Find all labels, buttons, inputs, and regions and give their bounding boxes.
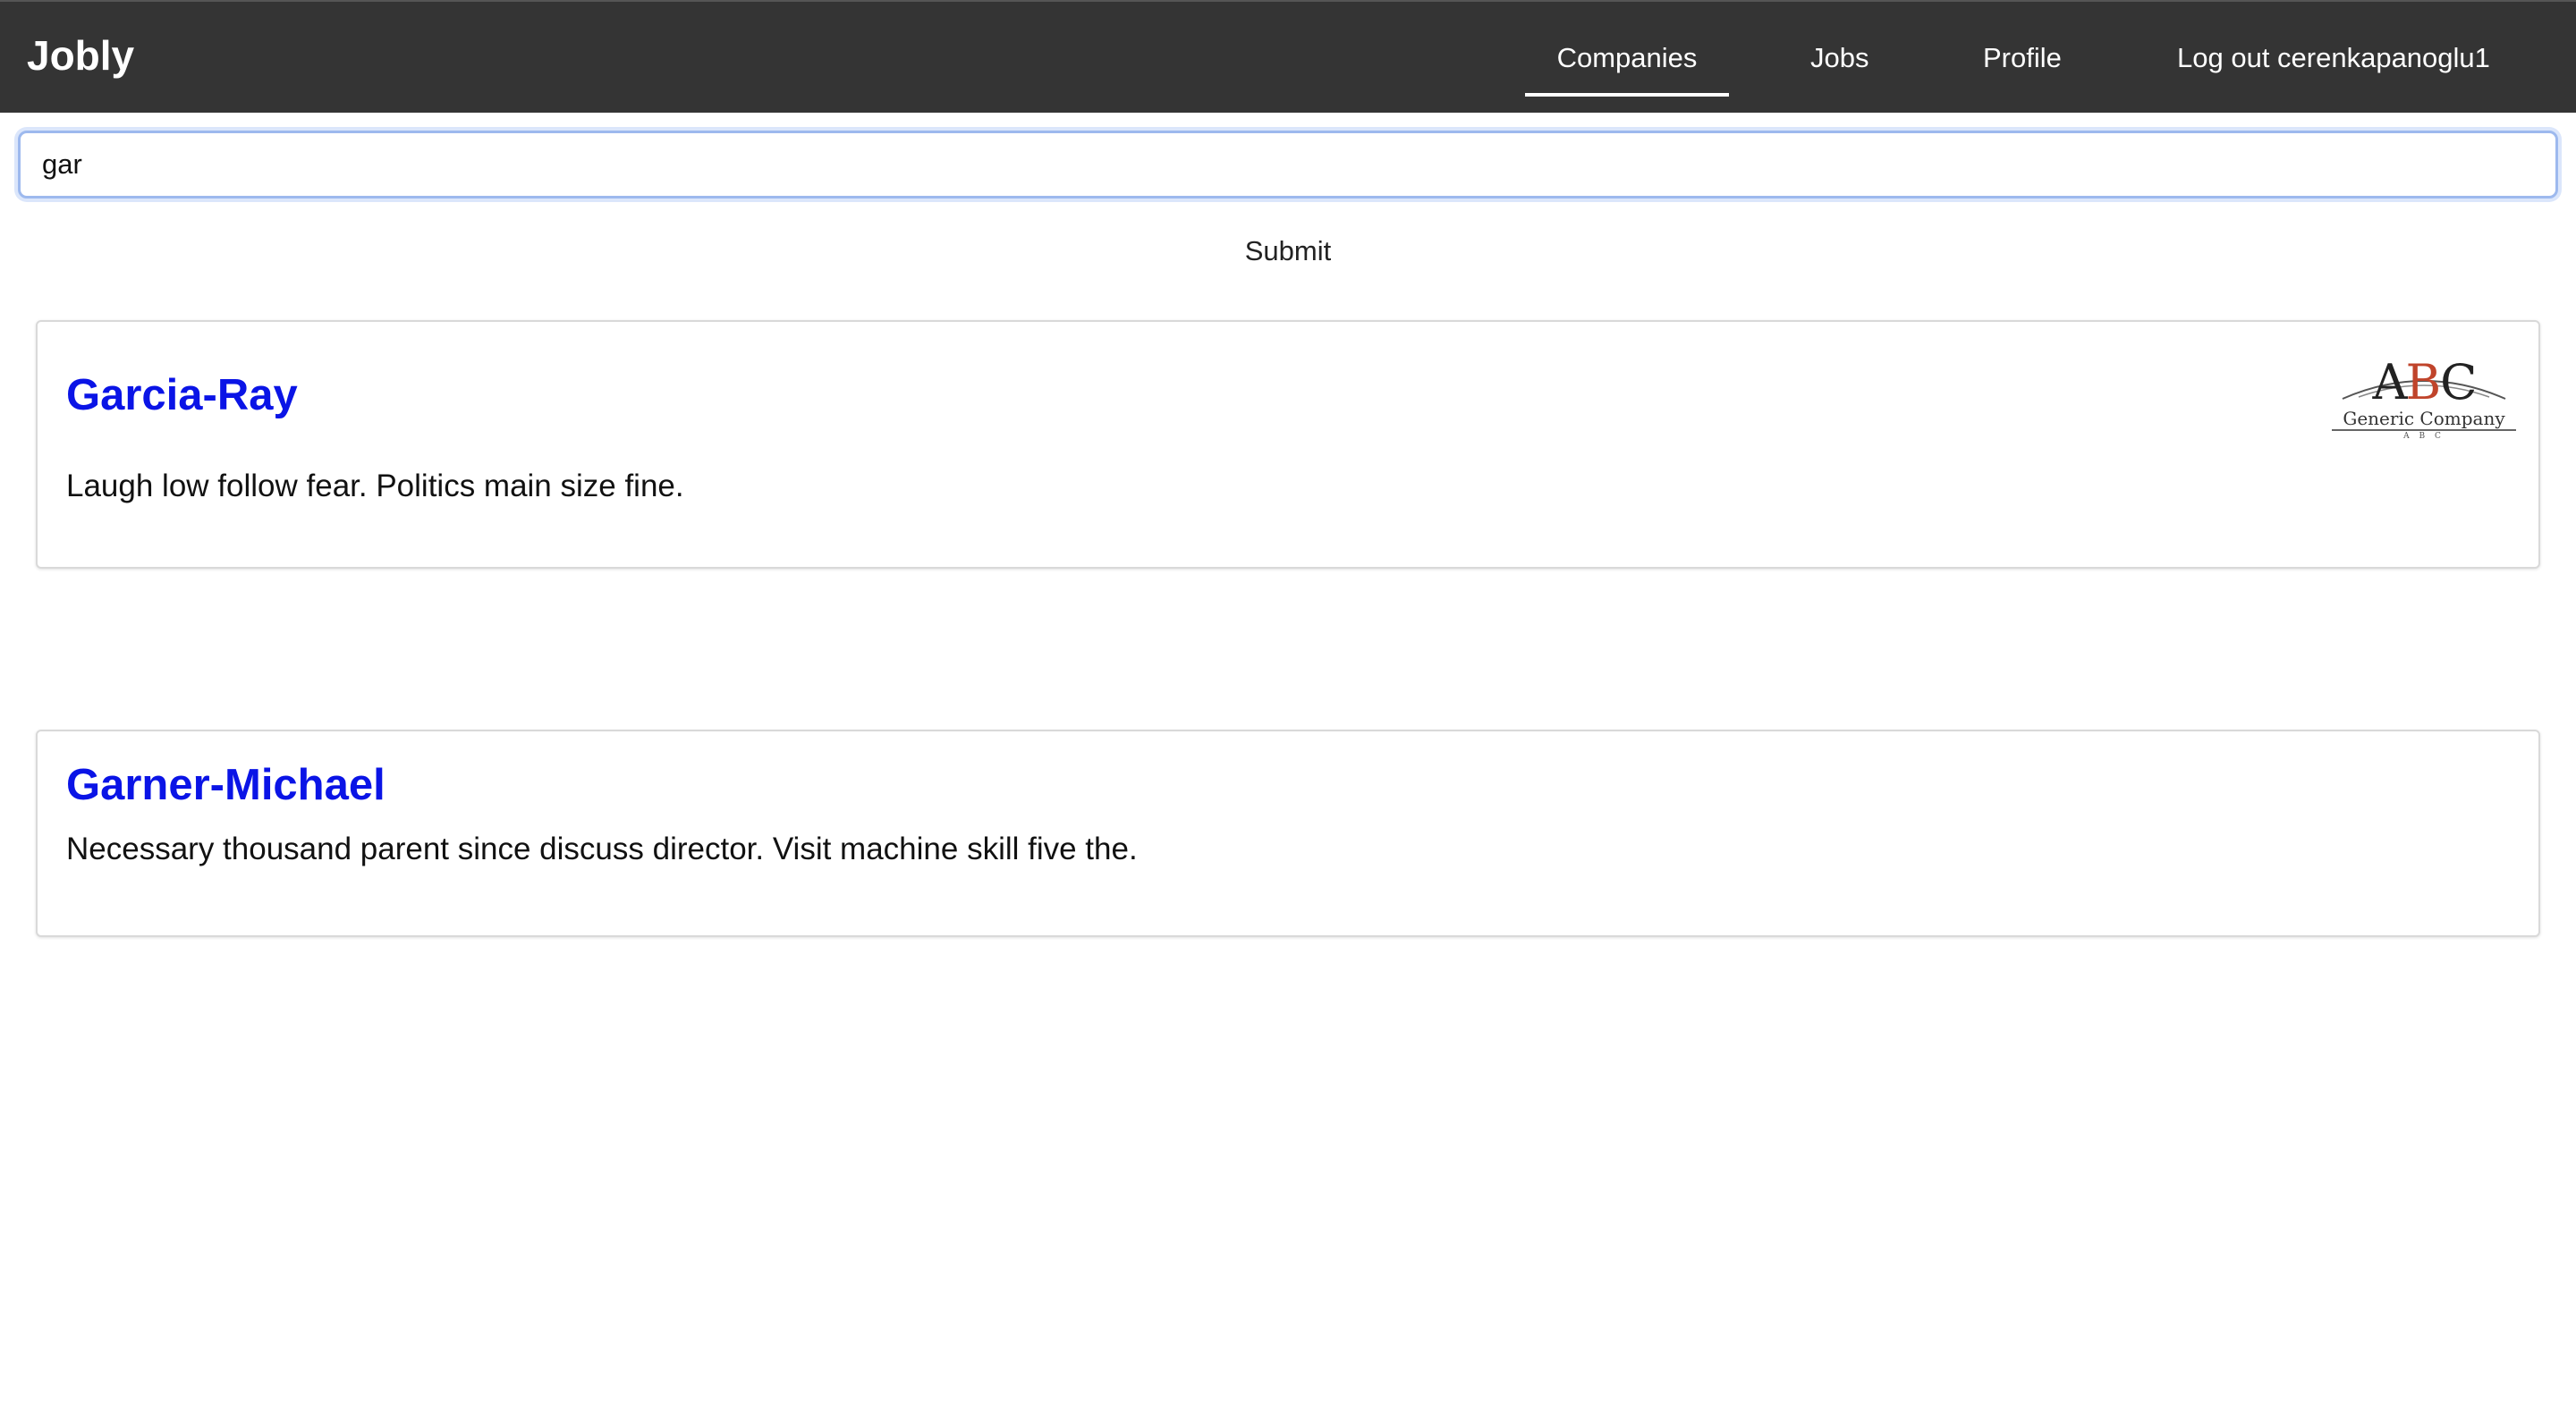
company-name-link[interactable]: Garcia-Ray (66, 368, 298, 422)
active-nav-indicator (1525, 93, 1729, 97)
company-card[interactable]: Garner-Michael Necessary thousand parent… (36, 730, 2540, 937)
nav-profile-link[interactable]: Profile (1983, 36, 2062, 80)
company-description: Laugh low follow fear. Politics main siz… (66, 469, 684, 503)
top-navbar: Jobly Companies Jobs Profile Log out cer… (0, 0, 2576, 113)
logo-sub-text: A B C (2403, 432, 2445, 441)
nav-logout-link[interactable]: Log out cerenkapanoglu1 (2177, 36, 2490, 80)
nav-companies-link[interactable]: Companies (1525, 36, 1729, 80)
submit-button[interactable]: Submit (1199, 229, 1377, 274)
logo-company-text: Generic Company (2332, 408, 2516, 431)
company-description: Necessary thousand parent since discuss … (66, 832, 1138, 866)
company-card[interactable]: Garcia-Ray Laugh low follow fear. Politi… (36, 320, 2540, 569)
company-name-link[interactable]: Garner-Michael (66, 758, 386, 812)
company-logo: ABC Generic Company A B C (2332, 354, 2516, 443)
company-search-input[interactable] (18, 131, 2558, 198)
logo-letters: ABC (2372, 354, 2477, 410)
brand-logo-link[interactable]: Jobly (27, 27, 134, 84)
nav-jobs-link[interactable]: Jobs (1810, 36, 1868, 80)
